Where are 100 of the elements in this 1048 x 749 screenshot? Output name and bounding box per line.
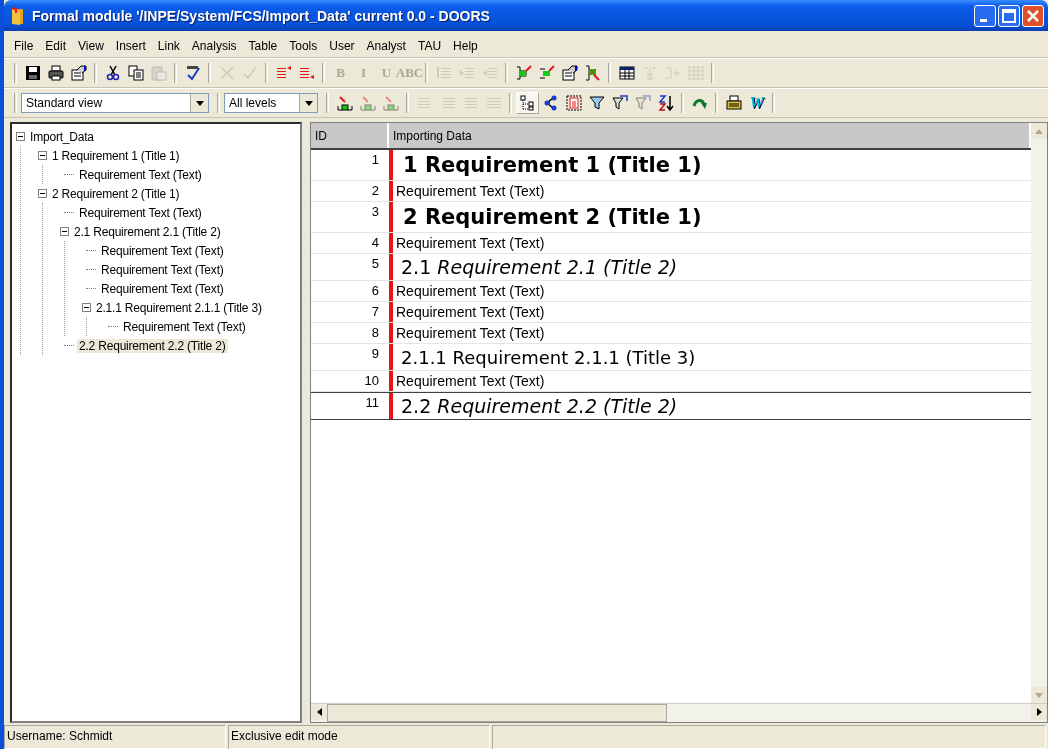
align-left-icon [416, 95, 433, 111]
justify-icon [485, 95, 502, 111]
tree-item[interactable]: 2.1.1 Requirement 2.1.1 (Title 3) [94, 300, 264, 315]
object-text: 2 Requirement 2 (Title 1) [403, 205, 702, 229]
window-title: Formal module '/INPE/System/FCS/Import_Data' current 0.0 - DOORS [32, 7, 491, 24]
menu-item[interactable]: Edit [39, 39, 73, 53]
bullet-list-icon [435, 65, 452, 81]
close-button[interactable] [1022, 4, 1044, 27]
menu-item[interactable]: User [323, 39, 361, 53]
object-text: 1 Requirement 1 (Title 1) [403, 153, 702, 177]
clipboard-icon [150, 65, 167, 81]
insert-above-icon [275, 65, 292, 81]
object-text: Requirement Text (Text) [396, 325, 545, 341]
cross-icon [218, 65, 235, 81]
object-text: 2.1 Requirement 2.1 (Title 2) [401, 256, 678, 278]
status-text: Username: Schmidt [4, 725, 226, 749]
id-cell-text: 1 [370, 151, 380, 169]
right-arrow-icon [1036, 708, 1042, 716]
object-text: Requirement Text (Text) [396, 304, 545, 320]
table-row-icon [664, 65, 681, 81]
menu-item[interactable]: Table [242, 39, 284, 53]
tree-item[interactable]: Requirement Text (Text) [99, 281, 226, 296]
menu-item[interactable]: Insert [109, 39, 152, 53]
menu-item[interactable]: Link [151, 39, 186, 53]
insert-below-icon [298, 65, 315, 81]
link-delete-icon [584, 65, 601, 81]
object-icon [382, 95, 399, 111]
id-cell-text: 10 [363, 372, 380, 390]
id-cell-text: 7 [370, 303, 380, 321]
collapse-icon[interactable] [16, 132, 25, 141]
horizontal-scrollbar[interactable] [311, 703, 1047, 722]
tree-item[interactable]: 2 Requirement 2 (Title 1) [50, 186, 182, 201]
vertical-scrollbar[interactable] [1031, 123, 1047, 703]
status-text: Exclusive edit mode [228, 725, 490, 749]
object-text: Requirement Text (Text) [396, 283, 545, 299]
menu-item[interactable]: Help [447, 39, 484, 53]
tree-item[interactable]: 1 Requirement 1 (Title 1) [50, 148, 182, 163]
toolbar-button[interactable] [516, 92, 539, 114]
view-dropdown[interactable]: Standard view [21, 93, 209, 113]
menu-item[interactable]: Analysis [185, 39, 243, 53]
door-icon [10, 6, 26, 25]
table-row[interactable]: 11 2.2 Requirement 2.2 (Title 2) [311, 392, 1031, 420]
check-icon [241, 65, 258, 81]
maximize-button[interactable] [998, 4, 1020, 27]
sort-icon [657, 95, 674, 111]
level-dropdown[interactable]: All levels [224, 93, 318, 113]
down-arrow-icon [1035, 692, 1043, 698]
id-cell-text: 3 [370, 203, 380, 221]
object-text: Requirement Text (Text) [396, 235, 545, 251]
tree-item[interactable]: Import_Data [28, 129, 96, 144]
filter-icon [611, 95, 628, 111]
column-header[interactable]: ID [311, 123, 389, 148]
object-icon [359, 95, 376, 111]
object-icon [336, 95, 353, 111]
tree-item[interactable]: 2.1 Requirement 2.1 (Title 2) [72, 224, 223, 239]
up-arrow-icon [1035, 128, 1043, 134]
left-arrow-icon [316, 708, 322, 716]
id-cell-text: 4 [370, 234, 380, 252]
tree-item[interactable]: Requirement Text (Text) [77, 167, 204, 182]
tree-item[interactable]: Requirement Text (Text) [77, 205, 204, 220]
document-icon [565, 95, 582, 111]
link-out-icon [538, 65, 555, 81]
id-cell-text: 6 [370, 282, 380, 300]
menu-item[interactable]: Analyst [360, 39, 412, 53]
properties-icon [561, 65, 578, 81]
tree-item[interactable]: 2.2 Requirement 2.2 (Title 2) [77, 338, 228, 353]
align-center-icon [462, 95, 479, 111]
menu-item[interactable]: File [8, 39, 40, 53]
dropdown-arrow-icon [195, 100, 204, 106]
filter-icon [588, 95, 605, 111]
object-text: Requirement Text (Text) [396, 183, 545, 199]
id-cell-text: 9 [370, 345, 380, 363]
collapse-icon[interactable] [38, 189, 47, 198]
properties-icon [70, 65, 87, 81]
scissors-icon [104, 65, 121, 81]
tree-item[interactable]: Requirement Text (Text) [99, 243, 226, 258]
outdent-icon [481, 65, 498, 81]
tree-item[interactable]: Requirement Text (Text) [99, 262, 226, 277]
minimize-button[interactable] [974, 4, 996, 27]
menu-item[interactable]: View [72, 39, 110, 53]
table-icon [618, 65, 635, 81]
printer-icon [47, 65, 64, 81]
minimize-icon [980, 18, 987, 22]
collapse-icon[interactable] [38, 151, 47, 160]
filter-icon [634, 95, 651, 111]
collapse-icon[interactable] [60, 227, 69, 236]
collapse-icon[interactable] [82, 303, 91, 312]
menu-item[interactable]: Tools [283, 39, 324, 53]
id-cell-text: 11 [364, 394, 380, 412]
object-text: 2.2 Requirement 2.2 (Title 2) [401, 395, 678, 417]
copy-icon [127, 65, 144, 81]
menu-item[interactable]: TAU [411, 39, 448, 53]
tree-item[interactable]: Requirement Text (Text) [121, 319, 248, 334]
outline-icon [519, 95, 536, 111]
object-text: Requirement Text (Text) [396, 373, 545, 389]
indent-icon [458, 65, 475, 81]
id-cell-text: 8 [370, 324, 380, 342]
object-text: 2.1.1 Requirement 2.1.1 (Title 3) [401, 346, 696, 368]
dropdown-arrow-icon [304, 100, 313, 106]
id-cell-text: 5 [370, 255, 380, 273]
